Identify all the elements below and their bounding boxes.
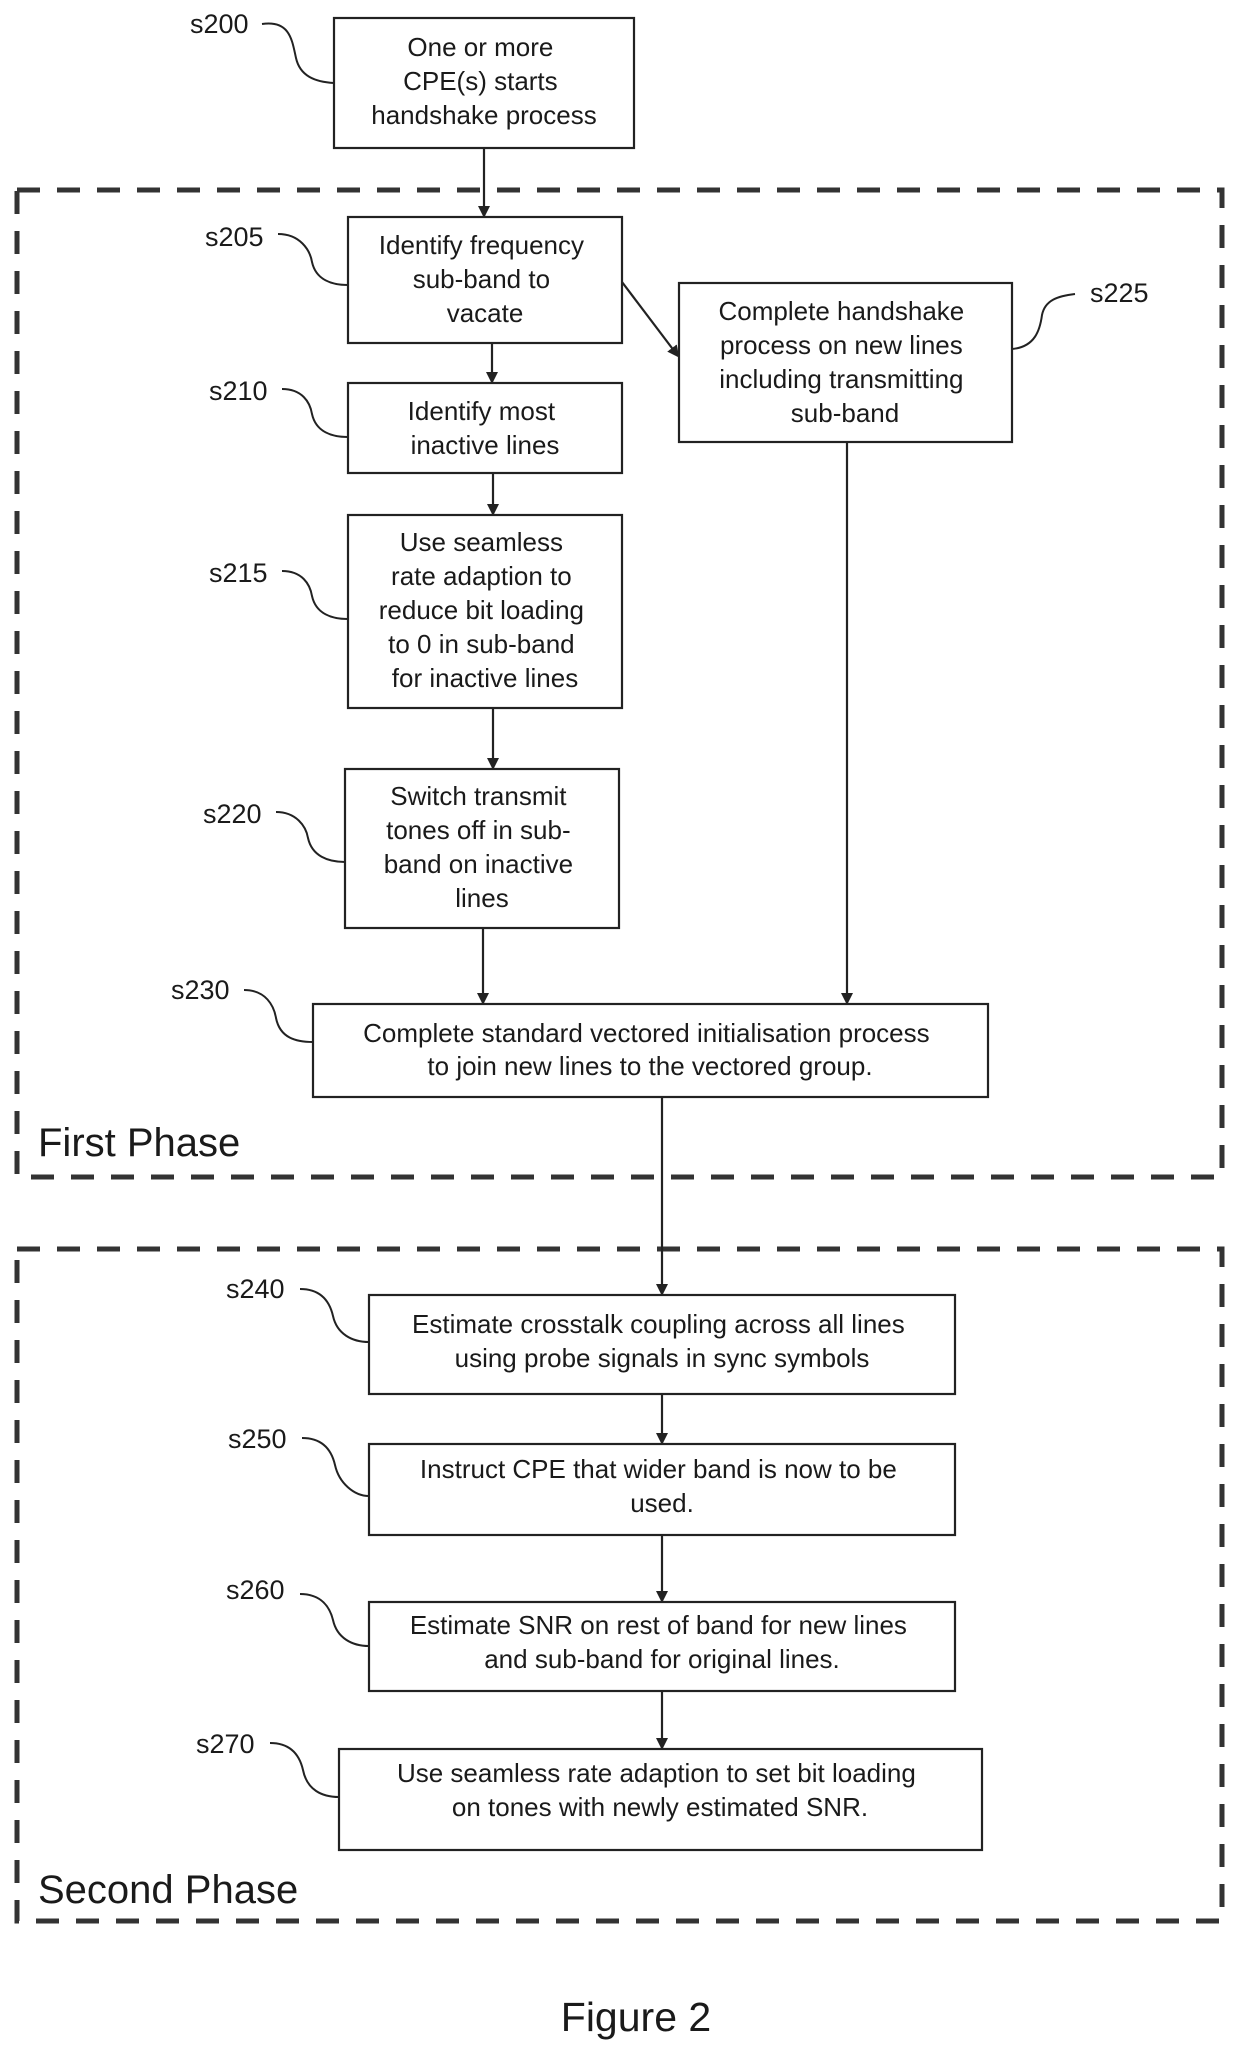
step-leader-line [281,570,349,620]
step-text-line: Estimate SNR on rest of band for new lin… [410,1610,907,1640]
step-ref-label: s200 [190,9,249,39]
step-text-line: handshake process [371,100,596,130]
step-leader-line [1011,293,1076,350]
step-s210: Identify most inactive lines s210 [209,376,624,475]
step-text-line: Instruct CPE that wider band is now to b… [420,1454,897,1484]
step-ref-label: s260 [226,1575,285,1605]
step-s240: Estimate crosstalk coupling across all l… [226,1274,957,1396]
step-ref-label: s210 [209,376,268,406]
step-text-line: inactive lines [411,430,560,460]
step-text-line: band on inactive [384,849,573,879]
step-leader-line [261,22,335,84]
step-text-line: Use seamless [400,527,563,557]
step-text-line: Estimate crosstalk coupling across all l… [412,1309,905,1339]
step-text-line: sub-band to [413,264,550,294]
step-ref-label: s230 [171,975,230,1005]
step-text-line: CPE(s) starts [403,66,558,96]
step-text: Use seamless rate adaption to reduce bit… [379,527,592,693]
step-text-line: using probe signals in sync symbols [455,1343,870,1373]
step-text-line: Complete standard vectored initialisatio… [363,1018,930,1048]
step-s270: Use seamless rate adaption to set bit lo… [196,1729,984,1852]
step-text-line: Identify frequency [379,230,584,260]
step-s200: One or more CPE(s) starts handshake proc… [190,9,636,150]
step-text-line: Complete handshake [719,296,965,326]
step-text-line: reduce bit loading [379,595,584,625]
step-ref-label: s225 [1090,278,1149,308]
step-text-line: One or more [407,32,553,62]
step-s225: Complete handshake process on new lines … [677,278,1149,444]
step-s215: Use seamless rate adaption to reduce bit… [209,513,624,710]
step-s205: Identify frequency sub-band to vacate s2… [205,215,624,345]
step-text-line: for inactive lines [392,663,578,693]
step-s220: Switch transmit tones off in sub- band o… [203,767,621,930]
step-s250: Instruct CPE that wider band is now to b… [228,1424,957,1537]
step-text-line: rate adaption to [391,561,572,591]
step-ref-label: s250 [228,1424,287,1454]
edge-s205-s225 [621,281,680,358]
step-text-line: to join new lines to the vectored group. [427,1051,872,1081]
step-ref-label: s215 [209,558,268,588]
step-text-line: used. [630,1488,694,1518]
step-text-line: vacate [447,298,524,328]
step-text-line: on tones with newly estimated SNR. [452,1792,868,1822]
step-ref-label: s205 [205,222,264,252]
step-text-line: tones off in sub- [386,815,571,845]
step-s230: Complete standard vectored initialisatio… [171,975,990,1099]
step-text-line: Use seamless rate adaption to set bit lo… [397,1758,916,1788]
step-text-line: including transmitting [719,364,963,394]
step-leader-line [277,233,349,286]
phase-second-label: Second Phase [38,1868,298,1912]
step-text-line: to 0 in sub-band [388,629,574,659]
step-text-line: Switch transmit [390,781,567,811]
phase-first-label: First Phase [38,1121,240,1165]
step-s260: Estimate SNR on rest of band for new lin… [226,1575,957,1693]
step-ref-label: s270 [196,1729,255,1759]
step-ref-label: s220 [203,799,262,829]
step-leader-line [299,1288,370,1343]
step-leader-line [301,1437,370,1497]
step-ref-label: s240 [226,1274,285,1304]
step-leader-line [243,989,314,1043]
step-leader-line [299,1593,370,1647]
step-text-line: Identify most [408,396,556,426]
step-text-line: lines [455,883,508,913]
flowchart-diagram: First Phase Second Phase One or more CPE… [14,9,1225,2040]
step-text-line: sub-band [791,398,899,428]
step-text-line: process on new lines [720,330,963,360]
figure-caption: Figure 2 [561,1994,711,2040]
step-text-line: and sub-band for original lines. [484,1644,840,1674]
step-leader-line [281,388,349,438]
step-leader-line [275,811,346,863]
step-leader-line [269,1742,340,1798]
